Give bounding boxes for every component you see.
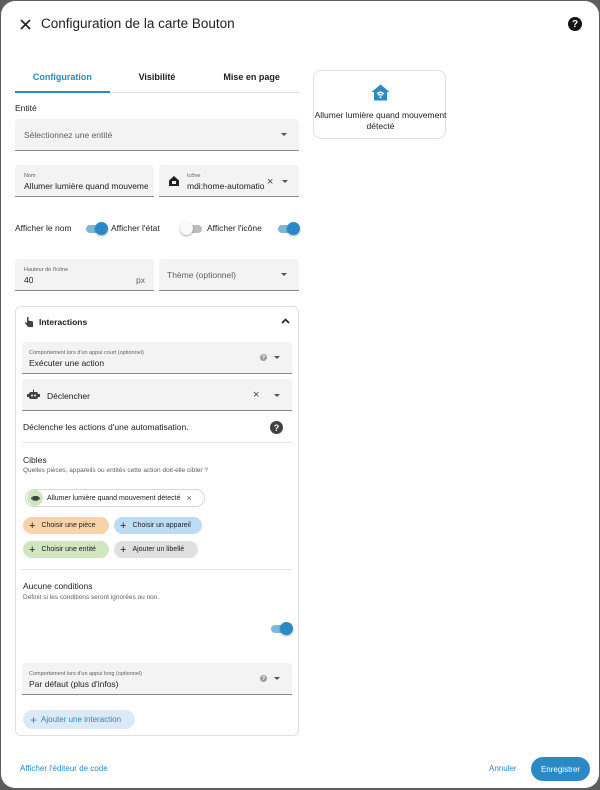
divider <box>22 442 292 443</box>
gesture-tap-icon <box>25 317 33 327</box>
home-automation-icon <box>169 176 179 186</box>
icon-field-label: Icône <box>187 173 201 179</box>
plus-icon: + <box>120 519 127 532</box>
trigger-value: Déclencher <box>47 391 90 401</box>
clear-icon[interactable]: × <box>253 390 259 401</box>
chevron-down-icon <box>281 273 287 276</box>
chevron-down-icon[interactable] <box>282 180 288 183</box>
choose-device-chip[interactable]: + Choisir un appareil <box>114 517 202 534</box>
remove-icon[interactable]: × <box>186 493 191 503</box>
targets-title: Cibles <box>23 455 47 465</box>
plus-icon: + <box>30 712 38 727</box>
plus-icon: + <box>120 543 127 556</box>
save-button[interactable]: Enregistrer <box>531 757 590 781</box>
targets-subtitle: Quelles pièces, appareils ou entités cet… <box>23 467 208 474</box>
entity-select[interactable]: Sélectionnez une entité <box>15 119 299 151</box>
plus-icon: + <box>29 519 36 532</box>
choose-room-chip[interactable]: + Choisir une pièce <box>23 517 109 534</box>
add-label-chip[interactable]: + Ajouter un libellé <box>114 541 198 558</box>
conditions-title: Aucune conditions <box>23 581 93 591</box>
icon-height-field[interactable]: Hauteur de l'icône 40 px <box>15 259 154 291</box>
trigger-select[interactable]: Déclencher × <box>22 379 292 411</box>
icon-field-value: mdi:home-automation <box>187 181 265 191</box>
card-editor: Configuration Visibilité Mise en page <box>15 61 299 93</box>
tap-action-select[interactable]: Comportement lors d'un appui court (opti… <box>22 342 292 374</box>
conditions-subtitle: Définit si les conditions seront ignorée… <box>23 594 160 601</box>
chevron-down-icon <box>281 133 287 136</box>
selected-target-label: Allumer lumière quand mouvement détecté <box>47 494 181 502</box>
show-code-editor-button[interactable]: Afficher l'éditeur de code <box>20 764 108 773</box>
dialog-header: Configuration de la carte Bouton ? <box>1 1 599 47</box>
icon-height-unit: px <box>136 275 145 285</box>
help-icon[interactable]: ? <box>568 17 582 31</box>
help-circle-icon[interactable]: ? <box>260 675 267 682</box>
tap-action-label: Comportement lors d'un appui court (opti… <box>29 350 144 356</box>
robot-icon <box>27 389 40 399</box>
dialog-title: Configuration de la carte Bouton <box>41 16 235 31</box>
interactions-header[interactable]: Interactions <box>16 307 298 335</box>
plus-icon: + <box>29 543 36 556</box>
cancel-button[interactable]: Annuler <box>489 764 517 773</box>
close-button[interactable] <box>15 14 35 34</box>
interactions-title: Interactions <box>39 317 88 327</box>
icon-height-label: Hauteur de l'icône <box>24 267 69 273</box>
hold-action-select[interactable]: Comportement lors d'un appui long (optio… <box>22 663 292 695</box>
home-automation-icon <box>371 84 390 101</box>
help-circle-icon[interactable]: ? <box>260 354 267 361</box>
help-icon[interactable]: ? <box>270 421 283 434</box>
tab-layout[interactable]: Mise en page <box>204 61 299 92</box>
choose-entity-chip[interactable]: + Choisir une entité <box>23 541 109 558</box>
selected-target-chip[interactable]: Allumer lumière quand mouvement détecté … <box>25 489 205 507</box>
card-config-dialog: Configuration de la carte Bouton ? Confi… <box>1 1 599 788</box>
hold-action-value: Par défaut (plus d'infos) <box>29 679 119 689</box>
theme-select[interactable]: Thème (optionnel) <box>159 259 299 291</box>
entity-placeholder: Sélectionnez une entité <box>24 130 113 140</box>
tab-configuration[interactable]: Configuration <box>15 61 110 93</box>
button-card-preview[interactable]: Allumer lumière quand mouvement détecté <box>313 70 446 139</box>
show-state-label: Afficher l'état <box>111 223 160 233</box>
icon-height-value: 40 <box>24 275 34 285</box>
tab-visibility[interactable]: Visibilité <box>110 61 205 92</box>
show-icon-toggle[interactable] <box>278 222 300 235</box>
show-icon-label: Afficher l'icône <box>207 223 262 233</box>
hold-action-label: Comportement lors d'un appui long (optio… <box>29 671 142 677</box>
show-name-label: Afficher le nom <box>15 223 72 233</box>
add-interaction-button[interactable]: + Ajouter une interaction <box>23 710 135 729</box>
chevron-down-icon <box>274 356 280 359</box>
theme-placeholder: Thème (optionnel) <box>167 270 236 280</box>
trigger-description: Déclenche les actions d'une automatisati… <box>23 422 189 432</box>
tap-action-value: Exécuter une action <box>29 358 105 368</box>
conditions-toggle[interactable] <box>271 622 293 635</box>
clear-icon[interactable]: × <box>267 177 273 188</box>
editor-tabs: Configuration Visibilité Mise en page <box>15 61 299 93</box>
interactions-panel: Interactions Comportement lors d'un appu… <box>15 306 299 736</box>
chevron-down-icon <box>274 677 280 680</box>
show-name-toggle[interactable] <box>86 222 108 235</box>
close-icon <box>19 18 31 30</box>
preview-name: Allumer lumière quand mouvement détecté <box>314 110 447 131</box>
show-state-toggle[interactable] <box>180 222 202 235</box>
chevron-up-icon <box>281 318 290 324</box>
divider <box>22 569 292 570</box>
chevron-down-icon[interactable] <box>274 394 280 397</box>
name-field-label: Nom <box>24 173 36 179</box>
name-field-value: Allumer lumière quand mouvement détecté <box>24 181 148 191</box>
entity-section-label: Entité <box>15 103 37 113</box>
name-field[interactable]: Nom Allumer lumière quand mouvement déte… <box>15 165 154 197</box>
icon-field[interactable]: Icône mdi:home-automation × <box>159 165 299 197</box>
robot-icon <box>27 490 43 506</box>
